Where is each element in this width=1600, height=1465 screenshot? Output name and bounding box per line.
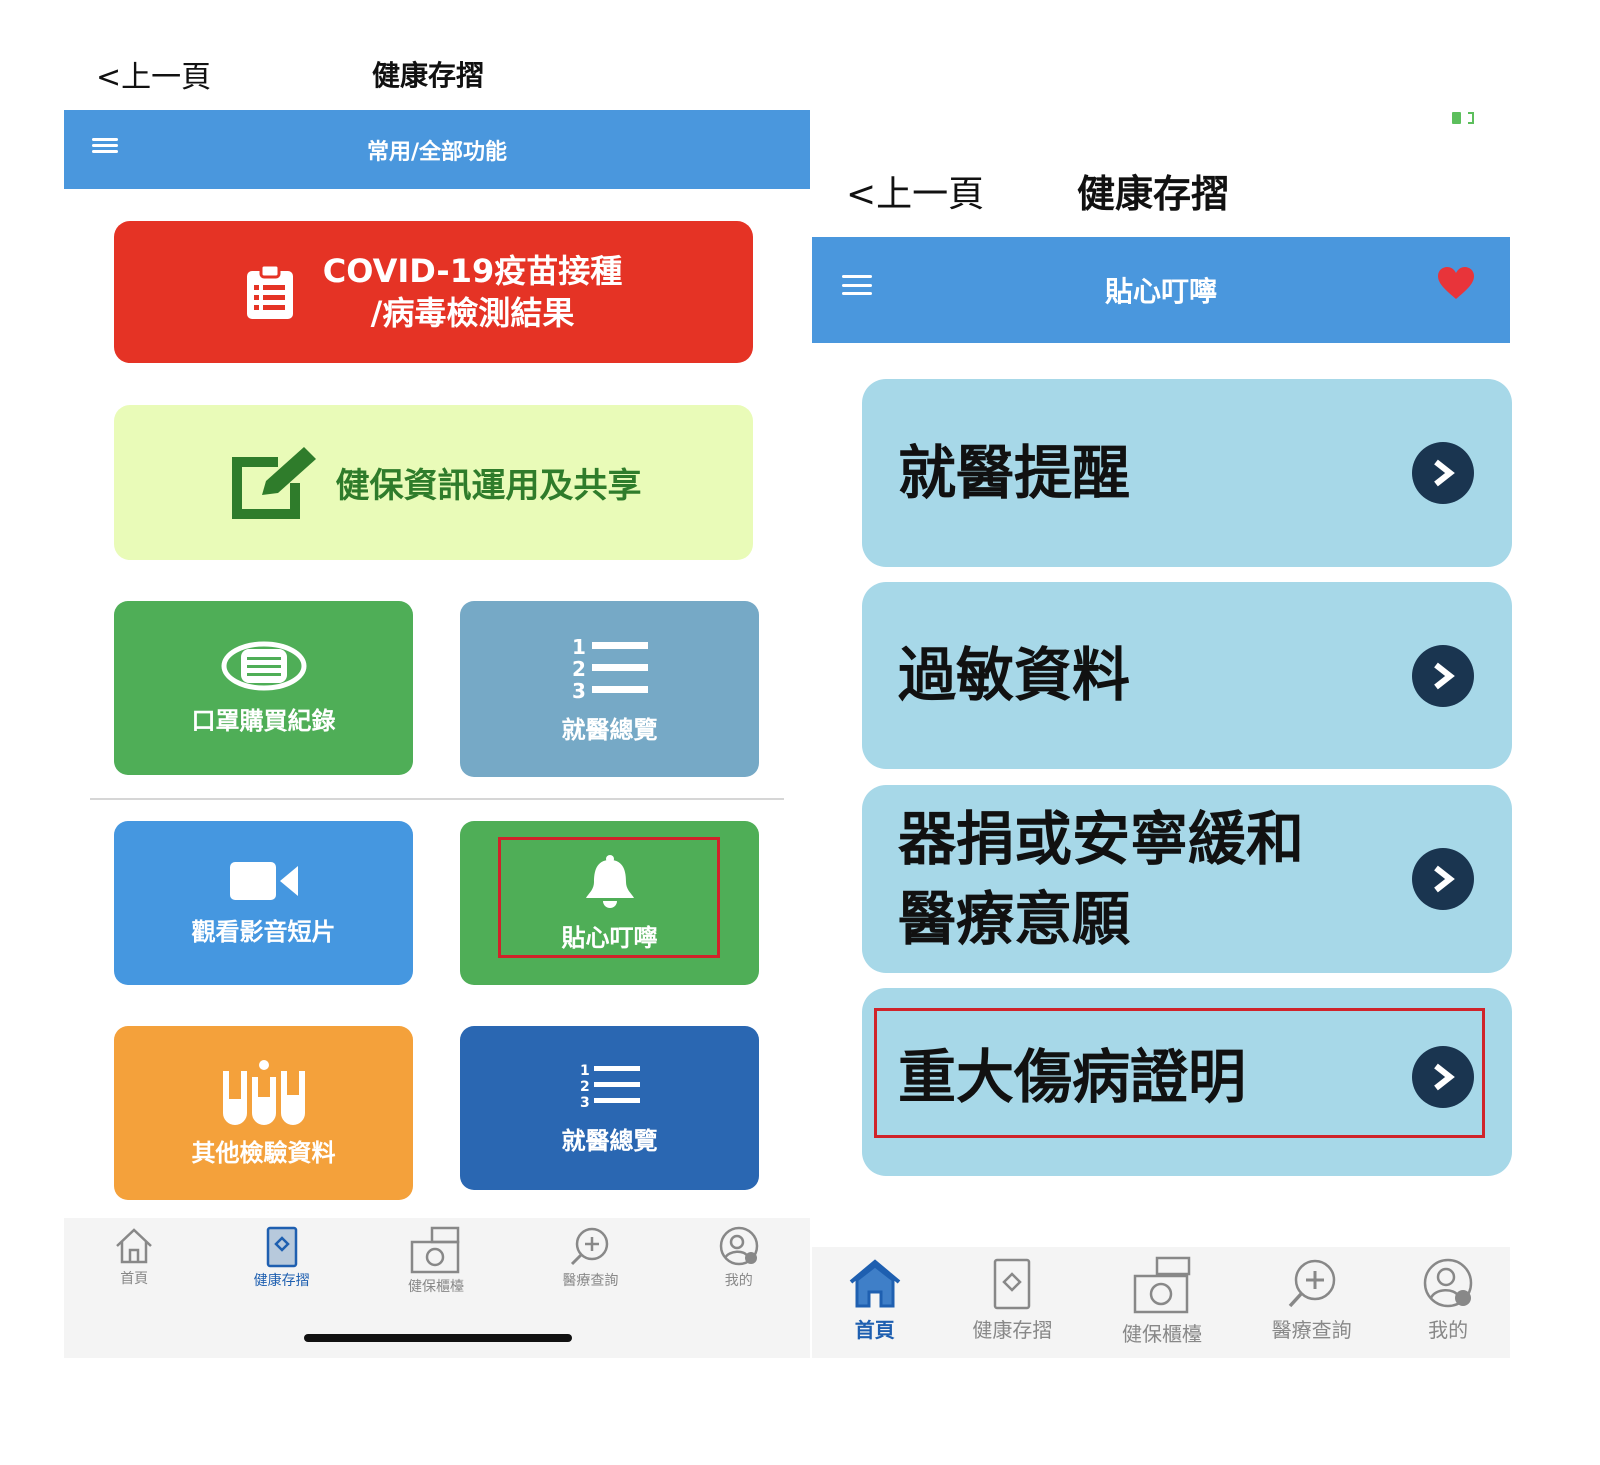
svg-text:1: 1 [580,1063,590,1079]
nav-label: 醫療查詢 [562,1273,619,1289]
insurance-share-button[interactable]: 健保資訊運用及共享 [114,405,753,560]
covid-line2: /病毒檢測結果 [370,294,575,332]
nav-mine[interactable]: 我的 [717,1226,761,1290]
home-icon [116,1228,153,1264]
highlight-box [874,1008,1485,1138]
highlight-box [498,837,720,958]
nav-mine[interactable]: 我的 [1421,1256,1475,1343]
back-link[interactable]: <上一頁 [846,165,984,217]
nav-medical-search[interactable]: 醫療查詢 [562,1226,618,1290]
nav-label: 健保櫃檯 [407,1279,464,1295]
test-tubes-icon [222,1059,305,1125]
bar-title: 常用/全部功能 [366,139,508,165]
catastrophic-illness-card[interactable]: 重大傷病證明 [862,988,1512,1176]
svg-text:3: 3 [572,679,586,700]
tile-label: 口罩購買紀錄 [191,706,336,735]
home-icon [849,1259,901,1308]
bottom-nav: 首頁 健康存摺 健保櫃檯 醫療查詢 我的 [64,1226,810,1296]
medical-reminder-card[interactable]: 就醫提醒 [862,379,1512,567]
chevron-right-circle-icon [1412,644,1474,707]
svg-text:1: 1 [572,635,586,659]
medical-overview-tile[interactable]: 1 2 3 就醫總覽 [460,601,759,777]
nav-counter[interactable]: 健保櫃檯 [1122,1256,1202,1347]
svg-text:2: 2 [580,1079,590,1095]
svg-text:2: 2 [572,657,586,681]
page-title: 健康存摺 [372,59,485,92]
medical-overview-tile-2[interactable]: 1 2 3 就醫總覽 [460,1026,759,1190]
nav-label: 健保櫃檯 [1121,1322,1202,1346]
top-bar: 常用/全部功能 [64,110,810,189]
organ-donation-hospice-card[interactable]: 器捐或安寧緩和 醫療意願 [862,785,1512,973]
video-camera-icon [229,861,298,900]
nav-health-book[interactable]: 健康存摺 [254,1226,310,1290]
user-gear-icon [719,1226,758,1266]
medical-search-icon [1288,1259,1335,1308]
nav-medical-search[interactable]: 醫療查詢 [1272,1256,1352,1343]
nav-home[interactable]: 首頁 [113,1226,155,1288]
tile-label: 就醫總覽 [561,715,658,744]
bar-title: 貼心叮嚀 [1104,275,1217,308]
nav-counter[interactable]: 健保櫃檯 [408,1226,464,1296]
nav-label: 我的 [724,1273,753,1289]
nav-label: 健康存摺 [253,1273,310,1289]
covid-line1: COVID-19疫苗接種 [322,251,623,290]
home-indicator [304,1334,572,1342]
chevron-right-circle-icon [1412,1046,1474,1108]
tile-label: 就醫總覽 [561,1126,658,1155]
covid-results-button[interactable]: COVID-19疫苗接種 /病毒檢測結果 [114,221,753,363]
share-label: 健保資訊運用及共享 [335,466,642,506]
clipboard-icon [246,263,293,319]
nav-label: 首頁 [120,1271,149,1287]
back-link[interactable]: <上一頁 [96,52,211,96]
numbered-list-icon: 1 2 3 [572,635,648,700]
heart-icon[interactable] [1436,265,1476,301]
watch-videos-tile[interactable]: 觀看影音短片 [114,821,413,985]
chevron-right-circle-icon [1412,848,1474,910]
top-bar: 貼心叮嚀 [812,237,1510,343]
mask-records-tile[interactable]: 口罩購買紀錄 [114,601,413,775]
mask-icon [221,641,306,690]
reminders-tile[interactable]: 貼心叮嚀 [460,821,759,985]
chevron-right-circle-icon [1412,442,1474,504]
tile-label: 其他檢驗資料 [191,1138,336,1167]
nav-home[interactable]: 首頁 [847,1256,903,1343]
nav-label: 首頁 [854,1318,895,1342]
edit-icon [231,446,316,519]
user-gear-icon [1423,1258,1473,1308]
page-title: 健康存摺 [1077,172,1230,216]
divider [90,798,784,800]
menu-icon[interactable] [92,138,118,153]
nav-label: 健康存摺 [972,1318,1053,1342]
nav-label: 我的 [1428,1318,1469,1342]
bottom-nav: 首頁 健康存摺 健保櫃檯 醫療查詢 我的 [812,1256,1510,1352]
health-book-icon [994,1258,1031,1310]
counter-icon [1133,1256,1191,1314]
menu-icon[interactable] [842,275,872,295]
other-lab-data-tile[interactable]: 其他檢驗資料 [114,1026,413,1200]
health-book-icon [266,1226,297,1268]
counter-icon [410,1226,460,1274]
allergy-data-card[interactable]: 過敏資料 [862,582,1512,769]
nav-label: 醫療查詢 [1271,1318,1352,1342]
nav-health-book[interactable]: 健康存摺 [972,1256,1052,1343]
tile-label: 觀看影音短片 [191,917,336,946]
svg-text:3: 3 [580,1095,590,1111]
numbered-list-icon: 1 2 3 [580,1063,640,1111]
medical-search-icon [571,1227,609,1266]
battery-icon [1452,110,1478,126]
